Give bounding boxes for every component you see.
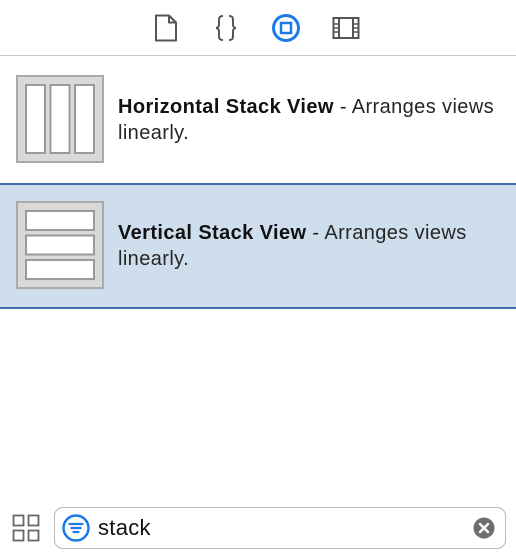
list-item-text: Horizontal Stack View - Arranges views l… <box>118 94 498 146</box>
list-item-horizontal-stack-view[interactable]: Horizontal Stack View - Arranges views l… <box>0 57 516 183</box>
list-item-separator: - <box>306 222 325 244</box>
vertical-stack-view-icon <box>16 201 104 289</box>
clear-search-icon[interactable] <box>473 517 495 539</box>
object-library-list: Horizontal Stack View - Arranges views l… <box>0 57 516 309</box>
list-item-title: Horizontal Stack View <box>118 96 334 118</box>
list-item-separator: - <box>333 96 352 118</box>
inspector-tab-bar <box>0 0 516 56</box>
filter-icon[interactable] <box>62 514 90 542</box>
search-field <box>54 507 506 549</box>
list-item-text: Vertical Stack View - Arranges views lin… <box>118 220 498 272</box>
tab-object-library[interactable] <box>270 12 302 44</box>
grid-icon <box>12 514 40 542</box>
search-input[interactable] <box>98 512 458 544</box>
horizontal-stack-view-icon <box>16 75 104 163</box>
tab-code-snippets[interactable] <box>210 12 242 44</box>
tab-media-library[interactable] <box>330 12 362 44</box>
object-library-icon <box>272 14 300 42</box>
media-film-icon <box>332 17 360 39</box>
code-braces-icon <box>215 15 237 41</box>
list-item-title: Vertical Stack View <box>118 222 307 244</box>
tab-file[interactable] <box>150 12 182 44</box>
grid-view-toggle[interactable] <box>12 514 40 542</box>
list-item-vertical-stack-view[interactable]: Vertical Stack View - Arranges views lin… <box>0 183 516 309</box>
file-icon <box>155 14 177 42</box>
